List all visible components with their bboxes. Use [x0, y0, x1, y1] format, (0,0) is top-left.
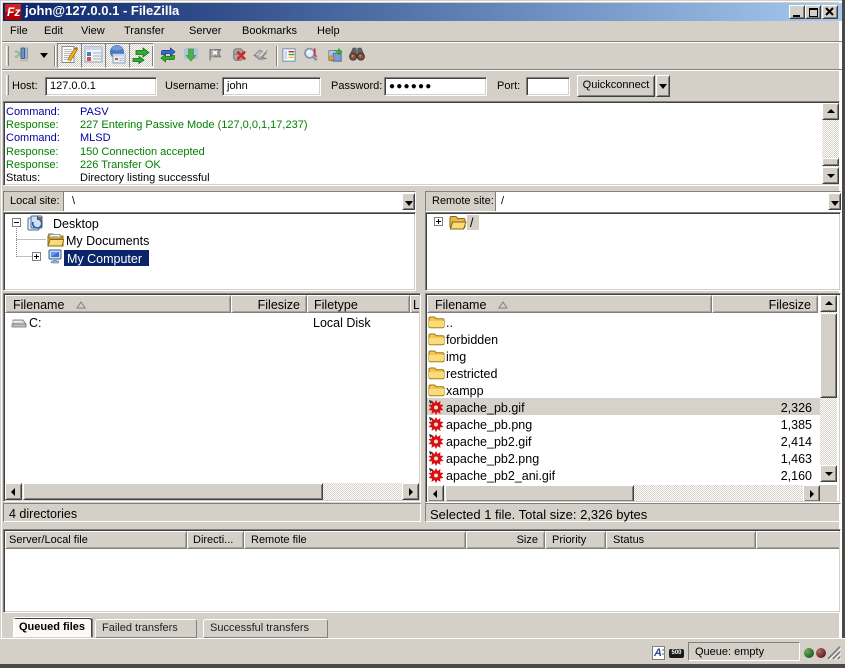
svg-text:Fz: Fz	[7, 5, 20, 19]
